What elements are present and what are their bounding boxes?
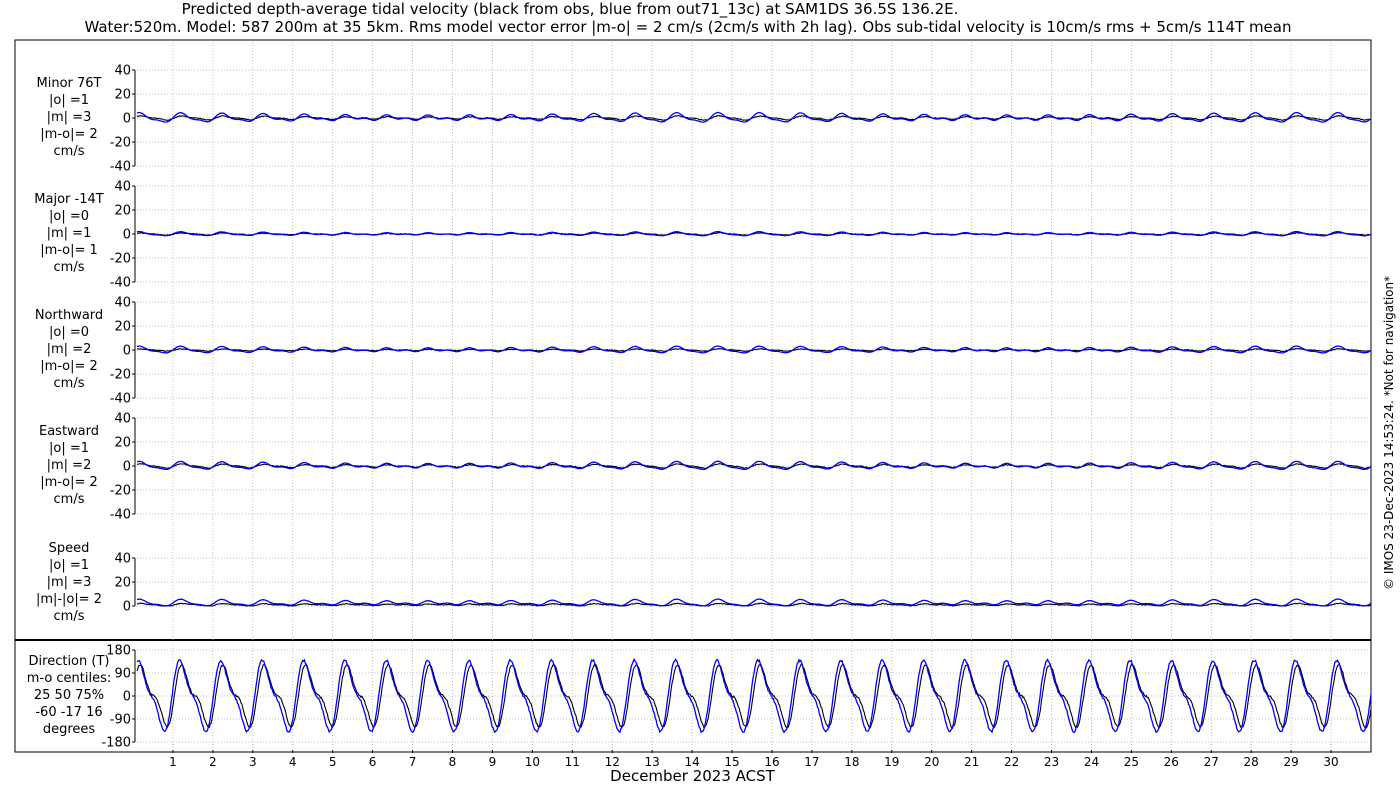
- panel-label-line: |m-o|= 2: [40, 127, 98, 142]
- panel-label-line: |m| =3: [46, 110, 92, 125]
- panel-label-east: Eastward |o| =1 |m| =2 |m-o|= 2 cm/s: [10, 423, 128, 508]
- panel-label-line: Major -14T: [34, 192, 104, 207]
- panel-label-line: |m| =3: [46, 575, 92, 590]
- panel-label-dir: Direction (T) m-o centiles: 25 50 75% -60 -…: [10, 653, 128, 738]
- panel-label-line: Speed: [48, 541, 90, 556]
- panel-label-line: |o| =1: [48, 558, 89, 573]
- plot-frame: [14, 39, 1372, 753]
- y-tick-label: -40: [110, 276, 131, 291]
- panel-label-line: |m-o|= 2: [40, 475, 98, 490]
- panel-label-line: Minor 76T: [36, 76, 102, 91]
- panel-label-speed: Speed |o| =1 |m| =3 |m|-|o|= 2 cm/s: [10, 540, 128, 625]
- panel-label-line: |m|-|o|= 2: [35, 592, 103, 607]
- panel-label-line: |o| =0: [48, 325, 89, 340]
- panel-label-line: degrees: [42, 722, 96, 737]
- panel-label-line: -60 -17 16: [35, 705, 103, 720]
- panel-minor: -40-2002040: [110, 64, 1372, 175]
- panel-label-line: cm/s: [53, 492, 85, 507]
- panel-label-line: |m| =2: [46, 458, 92, 473]
- panel-label-line: cm/s: [53, 144, 85, 159]
- panel-label-line: |o| =1: [48, 93, 89, 108]
- panel-speed: 02040: [114, 552, 1372, 615]
- panel-label-line: Direction (T): [28, 654, 110, 669]
- panel-label-line: cm/s: [53, 260, 85, 275]
- panel-label-line: |m| =1: [46, 226, 92, 241]
- panel-label-line: Eastward: [38, 424, 100, 439]
- panel-north: -40-2002040: [110, 296, 1372, 407]
- y-tick-label: -40: [110, 160, 131, 175]
- panel-dir: -180-90090180: [101, 644, 1372, 751]
- panel-label-line: |m| =2: [46, 342, 92, 357]
- panel-label-line: cm/s: [53, 609, 85, 624]
- panel-label-line: 25 50 75%: [33, 688, 105, 703]
- copyright-credit: © IMOS 23-Dec-2023 14:53:24. *Not for na…: [1382, 275, 1396, 590]
- panel-label-line: m-o centiles:: [26, 671, 112, 686]
- panel-label-north: Northward |o| =0 |m| =2 |m-o|= 2 cm/s: [10, 307, 128, 392]
- y-tick-label: -40: [110, 392, 131, 407]
- panel-label-line: |m-o|= 1: [40, 243, 98, 258]
- panel-label-major: Major -14T |o| =0 |m| =1 |m-o|= 1 cm/s: [10, 191, 128, 276]
- panel-label-line: |o| =1: [48, 441, 89, 456]
- panel-label-line: cm/s: [53, 376, 85, 391]
- y-tick-label: -40: [110, 508, 131, 523]
- tidal-velocity-chart: -40-2002040-40-2002040-40-2002040-40-200…: [14, 39, 1372, 769]
- panel-label-minor: Minor 76T |o| =1 |m| =3 |m-o|= 2 cm/s: [10, 75, 128, 160]
- panel-label-line: |m-o|= 2: [40, 359, 98, 374]
- panel-label-line: Northward: [34, 308, 104, 323]
- panel-east: -40-2002040: [110, 412, 1372, 523]
- panel-major: -40-2002040: [110, 180, 1372, 291]
- x-axis-label: December 2023 ACST: [610, 767, 775, 785]
- panel-label-line: |o| =0: [48, 209, 89, 224]
